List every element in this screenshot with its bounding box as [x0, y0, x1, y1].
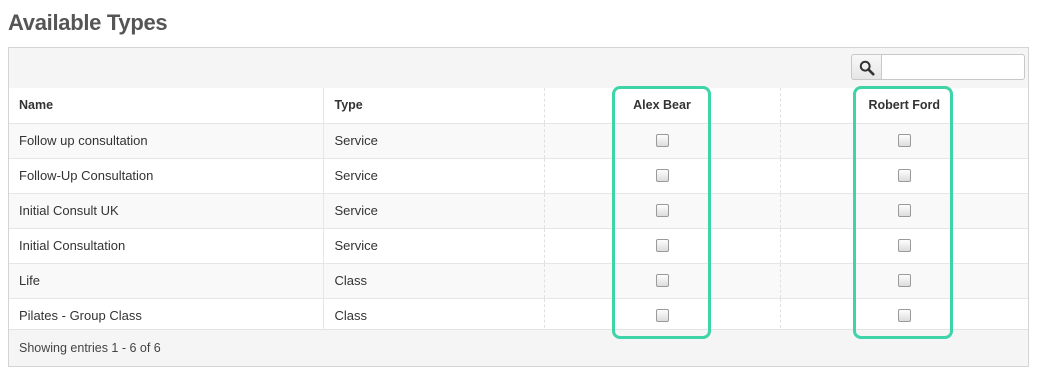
- row-type-cell: Service: [322, 158, 544, 194]
- search-group: [851, 54, 1025, 80]
- alex-bear-cell: [543, 193, 780, 229]
- row-type-cell: Service: [322, 123, 544, 159]
- row-name-cell: Life: [9, 263, 323, 299]
- robert-ford-checkbox[interactable]: [897, 134, 911, 148]
- alex-bear-checkbox[interactable]: [655, 239, 669, 253]
- table-row: Follow-Up Consultation Service: [9, 158, 1028, 194]
- alex-bear-checkbox[interactable]: [655, 274, 669, 288]
- alex-bear-checkbox[interactable]: [655, 134, 669, 148]
- search-button[interactable]: [851, 54, 881, 80]
- table-row: Follow up consultation Service: [9, 123, 1028, 159]
- entries-info: Showing entries 1 - 6 of 6: [19, 341, 161, 355]
- column-header-type[interactable]: Type: [322, 88, 544, 124]
- table-header-row: Name Type Alex Bear Robert Ford: [9, 88, 1028, 124]
- alex-bear-checkbox[interactable]: [655, 309, 669, 323]
- row-type-cell: Service: [322, 228, 544, 264]
- table-toolbar: [9, 48, 1028, 89]
- alex-bear-cell: [543, 263, 780, 299]
- alex-bear-cell: [543, 228, 780, 264]
- robert-ford-cell: [779, 263, 1028, 299]
- row-name-cell: Initial Consultation: [9, 228, 323, 264]
- row-name-cell: Initial Consult UK: [9, 193, 323, 229]
- search-input[interactable]: [881, 54, 1025, 80]
- row-name-cell: Follow-Up Consultation: [9, 158, 323, 194]
- robert-ford-checkbox[interactable]: [897, 274, 911, 288]
- search-icon: [859, 60, 875, 76]
- row-name-cell: Pilates - Group Class: [9, 298, 323, 334]
- row-type-cell: Class: [322, 263, 544, 299]
- row-type-cell: Service: [322, 193, 544, 229]
- column-header-robert-ford: Robert Ford: [779, 88, 1028, 124]
- robert-ford-cell: [779, 123, 1028, 159]
- types-table: Name Type Alex Bear Robert Ford Follow u…: [9, 88, 1028, 334]
- robert-ford-checkbox[interactable]: [897, 239, 911, 253]
- table-row: Initial Consult UK Service: [9, 193, 1028, 229]
- robert-ford-cell: [779, 298, 1028, 334]
- alex-bear-cell: [543, 298, 780, 334]
- column-header-alex-bear: Alex Bear: [543, 88, 780, 124]
- robert-ford-cell: [779, 228, 1028, 264]
- table-footer: Showing entries 1 - 6 of 6: [9, 329, 1028, 366]
- robert-ford-cell: [779, 193, 1028, 229]
- robert-ford-cell: [779, 158, 1028, 194]
- alex-bear-checkbox[interactable]: [655, 204, 669, 218]
- table-row: Pilates - Group Class Class: [9, 298, 1028, 334]
- table-row: Life Class: [9, 263, 1028, 299]
- alex-bear-cell: [543, 158, 780, 194]
- alex-bear-checkbox[interactable]: [655, 169, 669, 183]
- column-header-name[interactable]: Name: [9, 88, 323, 124]
- robert-ford-checkbox[interactable]: [897, 169, 911, 183]
- page-title: Available Types: [8, 10, 168, 35]
- row-name-cell: Follow up consultation: [9, 123, 323, 159]
- alex-bear-cell: [543, 123, 780, 159]
- row-type-cell: Class: [322, 298, 544, 334]
- robert-ford-checkbox[interactable]: [897, 309, 911, 323]
- types-panel: Name Type Alex Bear Robert Ford Follow u…: [8, 47, 1029, 367]
- table-row: Initial Consultation Service: [9, 228, 1028, 264]
- robert-ford-checkbox[interactable]: [897, 204, 911, 218]
